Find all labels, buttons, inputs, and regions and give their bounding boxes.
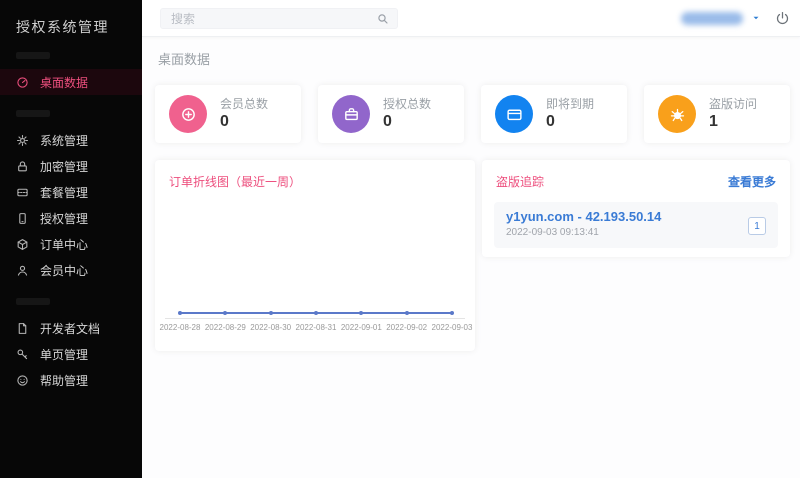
stat-value: 0 xyxy=(383,113,431,131)
sidebar-item-label: 桌面数据 xyxy=(40,74,88,91)
sidebar-item-label: 开发者文档 xyxy=(40,320,100,337)
piracy-track-title: 盗版追踪 xyxy=(496,173,544,190)
dashboard-icon xyxy=(16,76,29,89)
stat-label: 盗版访问 xyxy=(709,97,757,113)
credit-card-icon xyxy=(506,106,523,123)
chart-data-point xyxy=(223,311,227,315)
chart-data-point xyxy=(178,311,182,315)
sidebar-item[interactable]: 加密管理 xyxy=(0,153,142,179)
piracy-track-item[interactable]: y1yun.com - 42.193.50.14 2022-09-03 09:13… xyxy=(494,202,778,248)
stat-bubble xyxy=(169,95,207,133)
piracy-count-badge: 1 xyxy=(748,217,766,235)
sidebar-item-label: 加密管理 xyxy=(40,158,88,175)
sidebar-nav: 桌面数据系统管理加密管理套餐管理授权管理订单中心会员中心开发者文档单页管理帮助管… xyxy=(0,52,142,393)
chart-data-point xyxy=(359,311,363,315)
stat-label: 会员总数 xyxy=(220,97,268,113)
chevron-down-icon[interactable] xyxy=(751,13,761,23)
piracy-track-header: 盗版追踪 查看更多 xyxy=(482,160,790,190)
topbar xyxy=(142,0,800,37)
sidebar-item-label: 订单中心 xyxy=(40,236,88,253)
sidebar-item[interactable]: 帮助管理 xyxy=(0,367,142,393)
search-box[interactable] xyxy=(160,8,398,29)
sidebar-item-label: 授权管理 xyxy=(40,210,88,227)
sidebar-item[interactable]: 单页管理 xyxy=(0,341,142,367)
chart-x-axis xyxy=(165,318,465,319)
chart-x-tick-label: 2022-09-01 xyxy=(335,323,387,332)
mobile-icon xyxy=(16,212,29,225)
piracy-host[interactable]: y1yun.com - 42.193.50.14 xyxy=(506,209,738,224)
chart-x-tick-label: 2022-08-28 xyxy=(154,323,206,332)
document-icon xyxy=(16,322,29,335)
sidebar-item-label: 套餐管理 xyxy=(40,184,88,201)
sidebar-item[interactable]: 授权管理 xyxy=(0,205,142,231)
sidebar-section-divider xyxy=(16,110,50,117)
search-input[interactable] xyxy=(169,11,377,27)
package-icon xyxy=(16,186,29,199)
chart-x-tick-label: 2022-08-31 xyxy=(290,323,342,332)
sidebar-item[interactable]: 桌面数据 xyxy=(0,69,142,95)
piracy-track-list: y1yun.com - 42.193.50.14 2022-09-03 09:13… xyxy=(482,202,790,248)
app-title: 授权系统管理 xyxy=(0,0,142,37)
user-area xyxy=(681,0,790,36)
order-line-chart-card: 订单折线图（最近一周） 2022-08-282022-08-292022-08-… xyxy=(155,160,475,351)
search-icon[interactable] xyxy=(377,13,389,25)
chart-x-tick-label: 2022-08-29 xyxy=(199,323,251,332)
user-icon xyxy=(16,264,29,277)
bug-icon xyxy=(669,106,686,123)
sidebar-item-label: 单页管理 xyxy=(40,346,88,363)
briefcase-icon xyxy=(343,106,360,123)
sidebar-section-divider xyxy=(16,52,50,59)
sidebar-item-label: 会员中心 xyxy=(40,262,88,279)
stat-card: 授权总数0 xyxy=(318,85,464,143)
page-title: 桌面数据 xyxy=(158,49,210,68)
chart-x-tick-label: 2022-09-02 xyxy=(381,323,433,332)
chart-x-tick-label: 2022-08-30 xyxy=(245,323,297,332)
piracy-timestamp: 2022-09-03 09:13:41 xyxy=(506,227,738,238)
sidebar-item[interactable]: 系统管理 xyxy=(0,127,142,153)
chart-data-point xyxy=(450,311,454,315)
lock-icon xyxy=(16,160,29,173)
stat-label: 即将到期 xyxy=(546,97,594,113)
sidebar-item[interactable]: 订单中心 xyxy=(0,231,142,257)
stat-bubble xyxy=(332,95,370,133)
box-icon xyxy=(16,238,29,251)
stat-bubble xyxy=(658,95,696,133)
chart-title: 订单折线图（最近一周） xyxy=(169,173,301,190)
gear-icon xyxy=(16,134,29,147)
chart-data-point xyxy=(269,311,273,315)
piracy-track-card: 盗版追踪 查看更多 y1yun.com - 42.193.50.14 2022-0… xyxy=(482,160,790,257)
stat-value: 1 xyxy=(709,113,757,131)
stat-bubble xyxy=(495,95,533,133)
sidebar-item-label: 系统管理 xyxy=(40,132,88,149)
chart-x-tick-label: 2022-09-03 xyxy=(426,323,478,332)
sidebar-item-label: 帮助管理 xyxy=(40,372,88,389)
stat-card: 即将到期0 xyxy=(481,85,627,143)
sidebar-item[interactable]: 开发者文档 xyxy=(0,315,142,341)
stat-label: 授权总数 xyxy=(383,97,431,113)
stat-cards-row: 会员总数0授权总数0即将到期0盗版访问1 xyxy=(155,85,790,143)
stat-value: 0 xyxy=(220,113,268,131)
stat-value: 0 xyxy=(546,113,594,131)
sidebar: 授权系统管理 桌面数据系统管理加密管理套餐管理授权管理订单中心会员中心开发者文档… xyxy=(0,0,142,478)
sidebar-item[interactable]: 套餐管理 xyxy=(0,179,142,205)
key-icon xyxy=(16,348,29,361)
chart-data-point xyxy=(314,311,318,315)
username-redacted[interactable] xyxy=(681,12,743,25)
logout-power-icon[interactable] xyxy=(775,11,790,26)
chart-data-point xyxy=(405,311,409,315)
sidebar-section-divider xyxy=(16,298,50,305)
stat-card: 盗版访问1 xyxy=(644,85,790,143)
sidebar-item[interactable]: 会员中心 xyxy=(0,257,142,283)
stat-card: 会员总数0 xyxy=(155,85,301,143)
member-plus-icon xyxy=(180,106,197,123)
smile-icon xyxy=(16,374,29,387)
view-more-link[interactable]: 查看更多 xyxy=(728,173,776,190)
